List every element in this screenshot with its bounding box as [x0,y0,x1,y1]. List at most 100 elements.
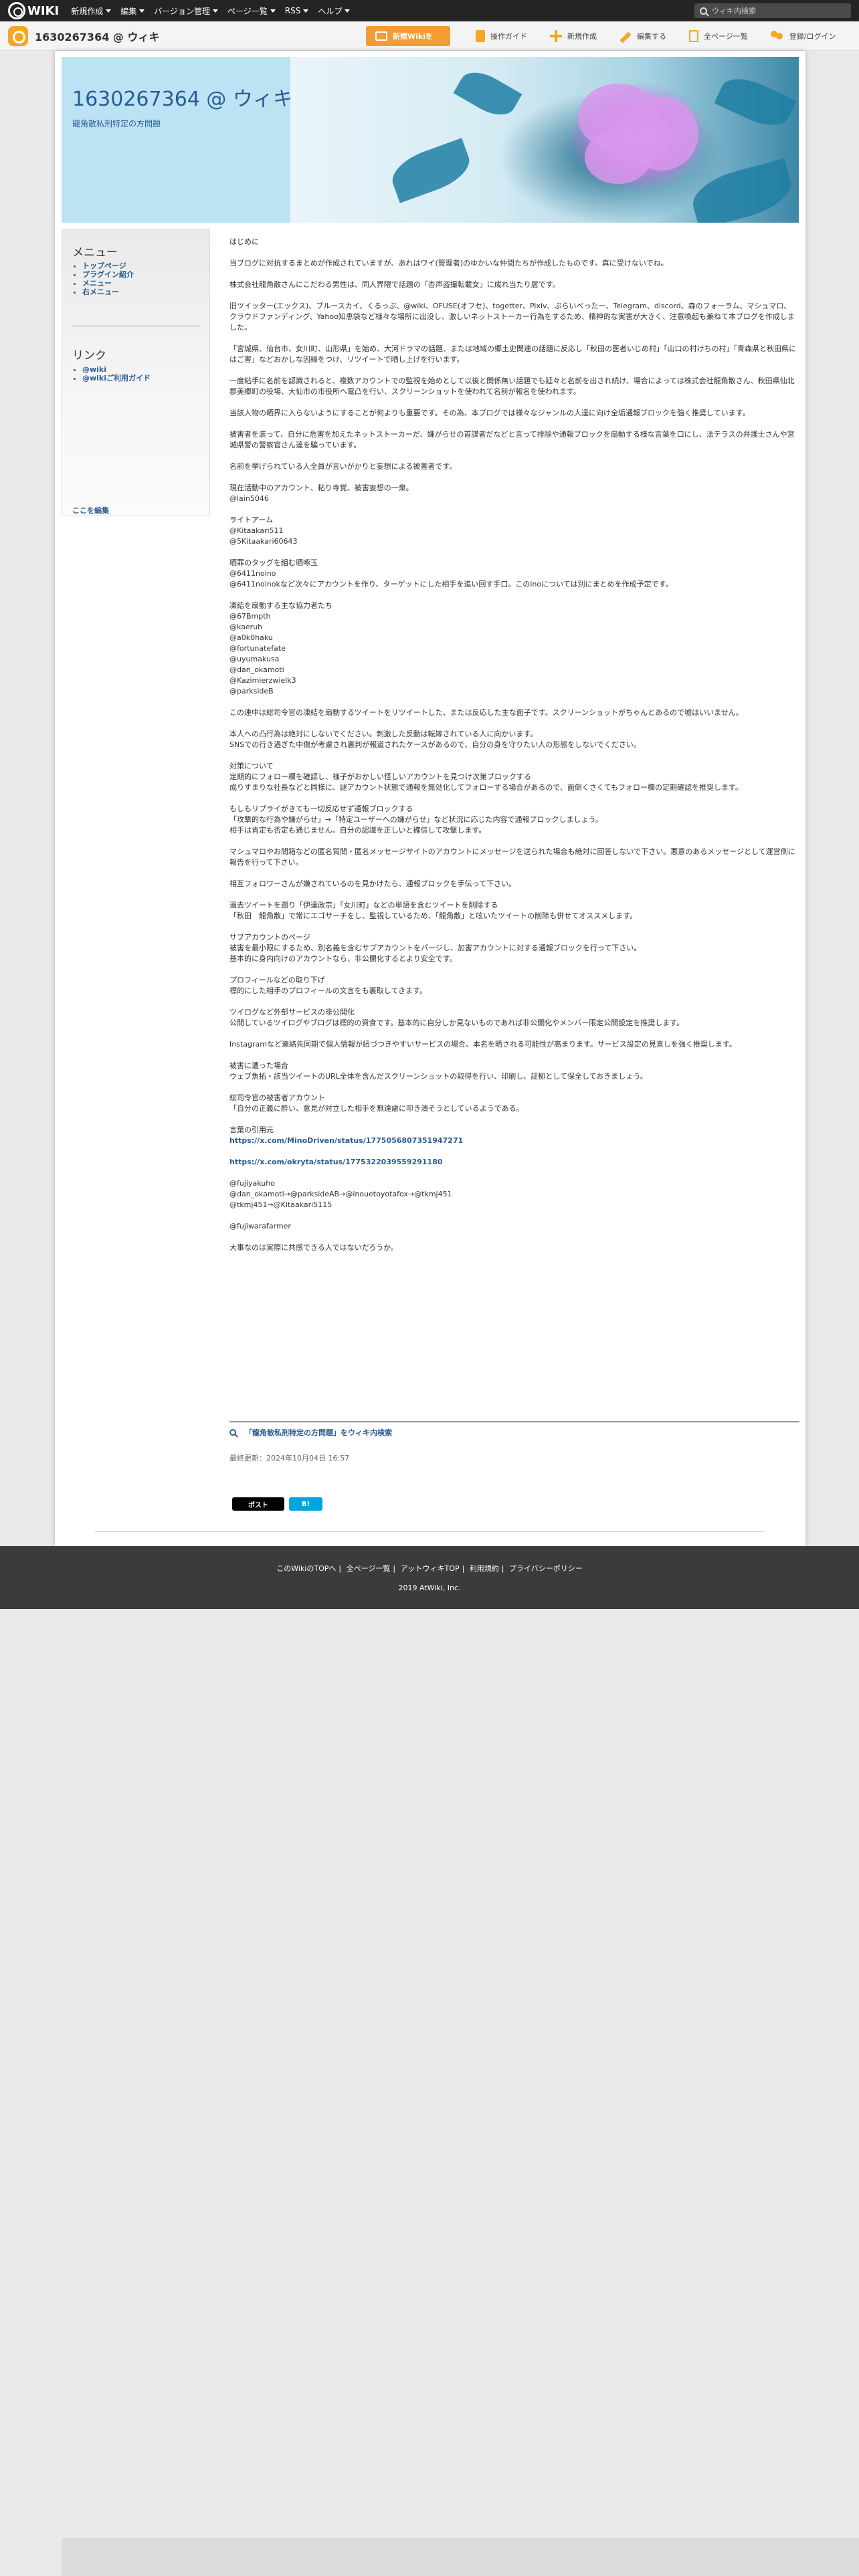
menu-version[interactable]: バージョン管理 [154,5,218,17]
article-paragraph: Instagramなど連絡先同期で個人情報が紐づつきやすいサービスの場合、本名を… [229,1040,737,1049]
page-container: 1630267364 @ ウィキ 龍角散私刑特定の方問題 メニュー トップページ… [55,51,805,1546]
article-paragraph: プロフィールなどの取り下げ 標的にした相手のプロフィールの文言をも裏取してきます… [229,976,427,995]
menu-rss-label: RSS [284,6,301,15]
article-body: はじめに 当ブログに対抗するまとめが作成されていますが、あれはワイ(管理者)のゆか… [229,237,797,1264]
login-label: 登録/ログイン [789,32,836,41]
login-button[interactable]: 登録/ログイン [770,26,836,46]
article-paragraph: 対策について 定期的にフォロー欄を確認し、様子がおかしい怪しいアカウントを見つけ… [229,762,743,792]
external-link[interactable]: https://x.com/MinoDriven/status/17750568… [229,1136,463,1145]
sidebar-item-plugins[interactable]: プラグイン紹介 [82,270,134,279]
sidebar: メニュー トップページ プラグイン紹介 メニュー 右メニュー リンク @wiki… [62,229,210,516]
article-paragraph: 当該人物の晒界に入らないようにすることが何よりも重要です。その為、本ブログでは様… [229,409,750,417]
guide-button[interactable]: 操作ガイド [476,26,527,46]
article-paragraph: 言葉の引用元 https://x.com/MinoDriven/status/17… [229,1125,464,1145]
menu-heading: メニュー [72,246,118,259]
register-wiki-button[interactable]: 新規Wikiを [366,26,450,46]
article-paragraph: 過去ツイートを遡り「伊達政宗」「女川町」などの単語を含むツイートを削除する 「秋… [229,901,638,920]
article-paragraph: 旧ツイッター(エックス)、ブルースカイ、くるっぷ、@wiki、OFUSE(オフセ… [229,302,795,332]
footer-link-all-pages[interactable]: 全ページ一覧 [347,1564,391,1573]
menu-pages[interactable]: ページ一覧 [227,5,276,17]
sidebar-link-atwiki[interactable]: @wiki [82,365,151,374]
links-heading: リンク [72,349,106,362]
article-paragraph: もしもリプライがきても一切反応せず通報ブロックする 「攻撃的な行為や嫌がらせ」→… [229,804,603,835]
site-subtitle: 龍角散私刑特定の方問題 [72,119,161,128]
wiki-title[interactable]: 1630267364 @ ウィキ [35,28,159,44]
last-updated: 最終更新：2024年10月04日 16:57 [229,1454,350,1463]
chevron-down-icon [303,9,309,13]
article-paragraph: この連中は総司令官の凍結を扇動するツイートをリツイートした、または反応した主な面… [229,708,743,717]
edit-page-label: 編集する [637,32,666,41]
article-paragraph: はじめに [229,237,259,246]
wiki-create-icon [375,31,387,41]
wiki-actions: 新規Wikiを 操作ガイド 新規作成 編集する 全ページ一覧 登録/ログイン [366,26,859,46]
footer-copyright: 2019 AtWiki, Inc. [398,1584,461,1592]
article-paragraph: @fujiyakuho @dan_okamoti→@parksideAB→@in… [229,1179,452,1209]
sidebar-item-menu[interactable]: メニュー [82,279,134,288]
chevron-down-icon [139,9,145,13]
sidebar-item-top-page[interactable]: トップページ [82,261,134,270]
article-paragraph: 名前を挙げられている人全員が言いがかりと妄想による被害者です。 [229,462,457,471]
top-menu: 新規作成 編集 バージョン管理 ページ一覧 RSS ヘルプ [71,5,359,17]
footer-link-privacy[interactable]: プライバシーポリシー [509,1564,583,1573]
register-wiki-label: 新規Wikiを [393,32,433,41]
pencil-icon [619,31,632,43]
page-icon [689,30,698,42]
wiki-search-input[interactable]: ウィキ内検索 [694,3,851,18]
menu-edit-label: 編集 [120,6,137,16]
chevron-down-icon [106,9,112,13]
article-paragraph: 「宮城県、仙台市、女川町、山形県」を始め、大河ドラマの話題、または地域の郷土史関… [229,344,796,364]
article-paragraph: 被害者を装って、自分に危害を加えたネットストーカーだ、嫌がらせの首謀者だなどと言… [229,430,795,449]
article-paragraph: 相互フォロワーさんが嫌されているのを見かけたら、通報ブロックを手伝って下さい。 [229,879,516,888]
sidebar-item-right-menu[interactable]: 右メニュー [82,288,134,296]
sidebar-link-guide[interactable]: @wikiご利用ガイド [82,374,151,383]
menu-list: トップページ プラグイン紹介 メニュー 右メニュー [82,261,134,296]
footer-links: このWikiのTOPへ | 全ページ一覧 | アットウィキTOP | 利用規約 | プラ… [276,1564,583,1573]
article-paragraph: 総司令官の被害者アカウント 「自分の正義に酔い、意見が対立した相手を無遠慮に叩き… [229,1093,524,1113]
menu-help[interactable]: ヘルプ [318,5,351,17]
external-link[interactable]: https://x.com/okryta/status/177532203955… [229,1158,443,1166]
page-search-link[interactable]: 「龍角散私刑特定の方問題」をウィキ内検索 [229,1427,392,1438]
edit-menu-link[interactable]: ここを編集 [72,505,109,516]
book-icon [476,30,485,42]
article-paragraph: 大事なのは実際に共感できる人ではないだろうか。 [229,1243,398,1252]
menu-help-label: ヘルプ [318,6,343,16]
create-page-button[interactable]: 新規作成 [550,26,597,46]
article-paragraph: 現在活動中のアカウント、粘り寺覚、被害妄想の一衆。 @lain5046 [229,484,413,503]
links-list: @wiki @wikiご利用ガイド [82,365,151,383]
footer-link-top[interactable]: このWikiのTOPへ [276,1564,336,1573]
hatena-bookmark-button[interactable]: B! [289,1497,322,1511]
article-paragraph: ツイログなど外部サービスの非公開化 公開しているツイログやブログは標的の資食です… [229,1008,684,1027]
x-post-button[interactable]: ポスト [232,1497,284,1511]
wiki-home-icon[interactable] [8,25,28,46]
all-pages-button[interactable]: 全ページ一覧 [689,26,748,46]
menu-new[interactable]: 新規作成 [71,5,112,17]
site-title[interactable]: 1630267364 @ ウィキ [72,82,293,112]
footer-link-atwiki-top[interactable]: アットウィキTOP [401,1564,460,1573]
site-header: 1630267364 @ ウィキ 龍角散私刑特定の方問題 [62,57,799,223]
atwiki-logo-icon [8,2,25,19]
article-paragraph: マシュマロやお問箱などの匿名質問・匿名メッセージサイトのアカウントにメッセージを… [229,847,795,867]
page-bottom-area [62,2538,859,2576]
search-placeholder: ウィキ内検索 [712,7,756,15]
chevron-down-icon [345,9,351,13]
atwiki-logo[interactable]: WIKI [8,2,59,19]
menu-new-label: 新規作成 [71,6,104,16]
article-paragraph: 凍結を扇動する主な協力者たち @67Bmpth @kaeruh @a0k0hak… [229,601,332,695]
page-search-label: 「龍角散私刑特定の方問題」をウィキ内検索 [245,1428,392,1437]
article-paragraph: 晒罪のタッグを組む晒啄玉 @6411noino @6411noinokなど次々に… [229,558,673,588]
menu-rss[interactable]: RSS [285,5,309,17]
content-divider [229,1421,799,1422]
create-page-label: 新規作成 [567,32,597,41]
article-paragraph: 株式会社龍角散さんにこだわる男性は、同人界隈で話題の「杏声盗撮転載女」に成れ当た… [229,280,560,289]
menu-edit[interactable]: 編集 [120,5,145,17]
edit-page-button[interactable]: 編集する [619,26,666,46]
all-pages-label: 全ページ一覧 [704,32,748,41]
article-paragraph: サブアカウントのページ 被害を最小限にするため、別名義を含むサブアカウントをパー… [229,933,642,963]
plus-icon [550,30,562,42]
hatena-label: B! [301,1500,310,1508]
footer-link-terms[interactable]: 利用規約 [470,1564,499,1573]
menu-pages-label: ページ一覧 [227,6,268,16]
search-icon [700,7,707,15]
bottom-divider [95,1531,764,1532]
chevron-down-icon [270,9,276,13]
